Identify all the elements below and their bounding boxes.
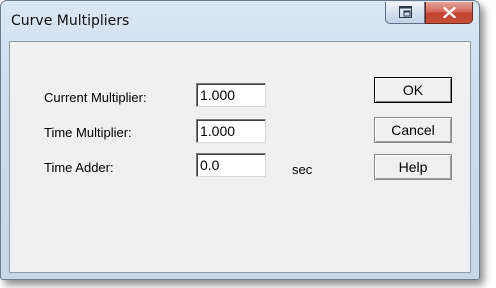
ok-button[interactable]: OK xyxy=(374,77,452,103)
current-multiplier-label: Current Multiplier: xyxy=(44,90,147,105)
time-adder-unit: sec xyxy=(292,162,313,177)
cancel-button[interactable]: Cancel xyxy=(374,117,452,143)
close-button[interactable] xyxy=(425,2,473,24)
time-multiplier-label: Time Multiplier: xyxy=(44,125,132,140)
restore-icon xyxy=(399,6,412,18)
current-multiplier-input[interactable]: 1.000 xyxy=(196,83,266,107)
dialog-client-area: Current Multiplier: 1.000 Time Multiplie… xyxy=(9,41,471,273)
time-adder-label: Time Adder: xyxy=(44,160,114,175)
time-adder-input[interactable]: 0.0 xyxy=(196,153,266,177)
time-multiplier-input[interactable]: 1.000 xyxy=(196,119,266,143)
window-title: Curve Multipliers xyxy=(11,13,130,29)
dialog-window: Curve Multipliers Current Multiplier: 1.… xyxy=(0,0,480,280)
help-button[interactable]: Help xyxy=(374,154,452,180)
restore-button[interactable] xyxy=(385,2,425,24)
title-bar[interactable]: Curve Multipliers xyxy=(1,1,479,41)
close-icon xyxy=(443,7,456,18)
